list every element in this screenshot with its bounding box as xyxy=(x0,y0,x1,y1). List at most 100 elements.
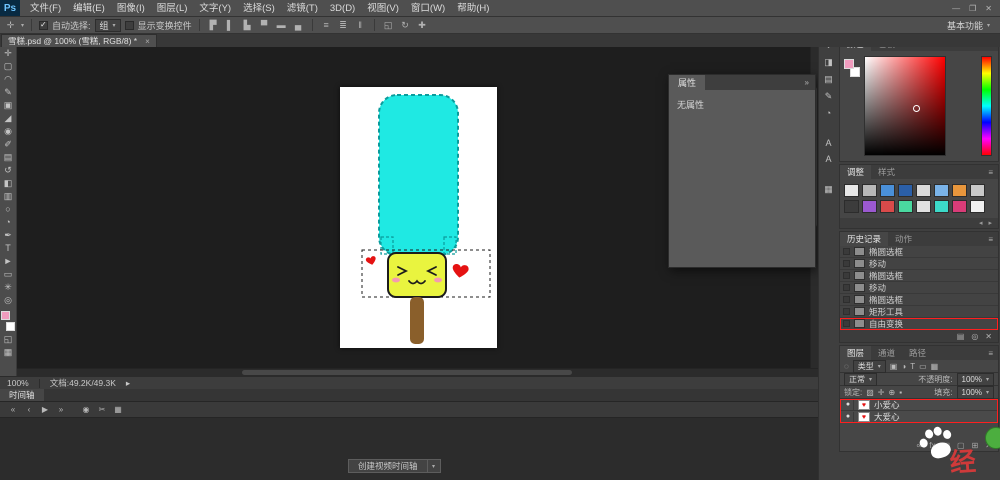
filter-shape-icon[interactable]: ▭ xyxy=(919,362,927,371)
layer-row-small-heart[interactable]: ● ♥ 小爱心 xyxy=(840,399,998,411)
tool-type[interactable]: T xyxy=(0,242,16,255)
history-item[interactable]: 椭圆选框 xyxy=(840,246,998,258)
create-timeline-dropdown-icon[interactable]: ▾ xyxy=(428,459,441,473)
workspace-switcher[interactable]: 基本功能▾ xyxy=(947,19,990,32)
tab-styles[interactable]: 样式 xyxy=(871,165,902,179)
auto-select-dropdown[interactable]: 组▾ xyxy=(95,19,121,32)
history-item[interactable]: 椭圆选框 xyxy=(840,270,998,282)
clone-source-panel-icon[interactable]: ◔ xyxy=(826,108,831,118)
brush-panel-icon[interactable]: ✎ xyxy=(825,91,833,102)
visibility-eye-icon[interactable]: ● xyxy=(843,400,854,410)
lock-all-icon[interactable]: ▪ xyxy=(899,388,902,397)
tool-zoom[interactable]: ◎ xyxy=(0,294,16,307)
collapse-panel-icon[interactable]: » xyxy=(805,78,815,87)
history-source-box[interactable] xyxy=(843,296,850,303)
next-icon[interactable]: ▸ xyxy=(988,219,992,227)
blend-mode-dropdown[interactable]: 正常▾ xyxy=(844,373,877,386)
distribute-icon-2[interactable]: ≣ xyxy=(337,20,350,31)
menu-help[interactable]: 帮助(H) xyxy=(451,0,495,17)
tool-brush[interactable]: ✐ xyxy=(0,138,16,151)
swatches-panel-icon[interactable]: ▤ xyxy=(824,74,833,85)
history-item[interactable]: 移动 xyxy=(840,258,998,270)
3d-mode-icon-3[interactable]: ✚ xyxy=(416,20,429,31)
next-frame-icon[interactable]: » xyxy=(54,405,68,414)
distribute-icon-1[interactable]: ≡ xyxy=(320,20,333,30)
zoom-level[interactable]: 100% xyxy=(7,378,29,388)
hue-slider[interactable] xyxy=(981,56,992,156)
canvas-area[interactable]: 属性 » 无属性 xyxy=(17,47,818,376)
visibility-eye-icon[interactable]: ● xyxy=(843,412,854,422)
create-video-timeline-button[interactable]: 创建视频时间轴 xyxy=(348,459,428,473)
tool-marquee[interactable]: ▢ xyxy=(0,60,16,73)
restore-icon[interactable]: ❐ xyxy=(969,4,976,13)
foreground-color-swatch[interactable] xyxy=(1,311,10,320)
info-panel-icon[interactable]: ▦ xyxy=(824,184,833,195)
adjustment-swatch[interactable] xyxy=(898,200,913,213)
status-arrow-icon[interactable]: ▸ xyxy=(126,378,130,389)
new-document-from-state-icon[interactable]: ▤ xyxy=(957,332,965,341)
adjustment-swatch[interactable] xyxy=(934,184,949,197)
history-source-box[interactable] xyxy=(843,272,850,279)
tool-hand[interactable]: ✳ xyxy=(0,281,16,294)
menu-edit[interactable]: 编辑(E) xyxy=(67,0,111,17)
adjustment-swatch[interactable] xyxy=(916,184,931,197)
panel-menu-icon[interactable]: ≡ xyxy=(988,235,998,244)
layer-thumbnail[interactable]: ♥ xyxy=(858,400,870,410)
color-picker-cursor[interactable] xyxy=(913,105,920,112)
menu-file[interactable]: 文件(F) xyxy=(24,0,67,17)
close-icon[interactable]: ✕ xyxy=(985,4,992,13)
adjustment-swatch[interactable] xyxy=(844,200,859,213)
layer-thumbnail[interactable]: ♥ xyxy=(858,412,870,422)
adjustment-swatch[interactable] xyxy=(952,184,967,197)
filter-type-dropdown[interactable]: 类型▾ xyxy=(853,360,886,373)
adjustment-swatch[interactable] xyxy=(970,184,985,197)
filter-adjustment-icon[interactable]: ◑ xyxy=(901,362,906,371)
menu-window[interactable]: 窗口(W) xyxy=(405,0,451,17)
align-right-icon[interactable]: ▙ xyxy=(241,20,254,31)
history-source-box[interactable] xyxy=(843,284,850,291)
styles-panel-icon[interactable]: ◨ xyxy=(824,57,833,68)
layer-row-big-heart[interactable]: ● ♥ 大爱心 xyxy=(840,411,998,423)
lock-transparency-icon[interactable]: ▨ xyxy=(866,388,874,397)
move-tool-preset-icon[interactable]: ✛ xyxy=(4,20,17,31)
tool-blur[interactable]: ○ xyxy=(0,203,16,216)
align-hcenter-icon[interactable]: ▌ xyxy=(224,20,237,30)
auto-select-checkbox[interactable] xyxy=(39,21,48,30)
saturation-brightness-picker[interactable] xyxy=(864,56,946,156)
adjustment-swatch[interactable] xyxy=(970,200,985,213)
tool-quick-mask[interactable]: ◱ xyxy=(0,333,16,346)
tab-layers[interactable]: 图层 xyxy=(840,346,871,360)
adjustment-swatch[interactable] xyxy=(844,184,859,197)
tool-path-select[interactable]: ► xyxy=(0,255,16,268)
play-icon[interactable]: ▶ xyxy=(38,405,52,414)
tab-paths[interactable]: 路径 xyxy=(902,346,933,360)
history-item[interactable]: 移动 xyxy=(840,282,998,294)
tool-quick-select[interactable]: ✎ xyxy=(0,86,16,99)
split-clip-icon[interactable]: ✂ xyxy=(95,405,109,414)
tab-close-icon[interactable]: × xyxy=(145,37,150,46)
color-foreground-chip[interactable] xyxy=(844,59,854,69)
menu-3d[interactable]: 3D(D) xyxy=(324,0,361,17)
document-tab[interactable]: 雪糕.psd @ 100% (雪糕, RGB/8) * × xyxy=(1,34,157,47)
previous-frame-icon[interactable]: ‹ xyxy=(22,405,36,414)
horizontal-scrollbar[interactable] xyxy=(17,368,818,376)
align-vcenter-icon[interactable]: ▬ xyxy=(275,20,288,30)
horizontal-scroll-thumb[interactable] xyxy=(242,370,572,375)
adjustment-swatch[interactable] xyxy=(880,184,895,197)
tool-lasso[interactable]: ◠ xyxy=(0,73,16,86)
delete-state-icon[interactable]: ✕ xyxy=(985,332,992,341)
lock-pixels-icon[interactable]: ⊕ xyxy=(889,388,896,397)
history-item[interactable]: 椭圆选框 xyxy=(840,294,998,306)
tool-gradient[interactable]: ▥ xyxy=(0,190,16,203)
tab-history[interactable]: 历史记录 xyxy=(840,232,888,246)
tab-adjustments[interactable]: 调整 xyxy=(840,165,871,179)
history-source-box[interactable] xyxy=(843,308,850,315)
tool-history-brush[interactable]: ↺ xyxy=(0,164,16,177)
tab-channels[interactable]: 通道 xyxy=(871,346,902,360)
3d-mode-icon-2[interactable]: ↻ xyxy=(399,20,412,31)
tool-clone-stamp[interactable]: ▤ xyxy=(0,151,16,164)
filter-type-icon[interactable]: T xyxy=(910,362,915,371)
tool-pen[interactable]: ✒ xyxy=(0,229,16,242)
menu-layer[interactable]: 图层(L) xyxy=(151,0,194,17)
background-color-swatch[interactable] xyxy=(6,322,15,331)
